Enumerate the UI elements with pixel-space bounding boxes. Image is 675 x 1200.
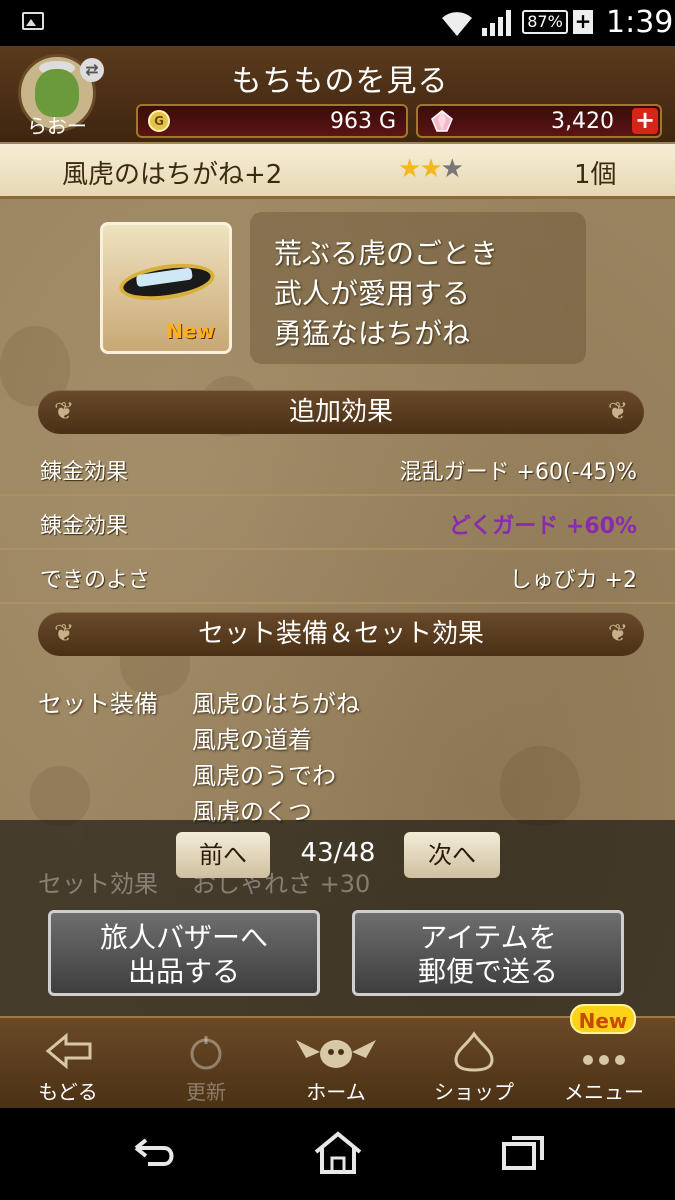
page-counter: 43/48 [300, 838, 376, 868]
refresh-icon [190, 1036, 222, 1070]
item-rarity-stars: ★★★ [398, 154, 464, 184]
extra-effects-header: ❦ 追加効果 ❦ [38, 390, 644, 434]
back-arrow-icon [45, 1032, 92, 1070]
menu-new-badge: New [570, 1004, 636, 1034]
nav-shop[interactable]: ショップ [414, 1018, 534, 1108]
effect-label: できのよさ [40, 568, 151, 593]
item-description-line: 荒ぶる虎のごとき [274, 237, 499, 270]
section-title: 追加効果 [288, 397, 393, 427]
button-label-line: 旅人バザーへ [99, 921, 268, 954]
dracky-home-icon [296, 1040, 376, 1068]
set-item: 風虎のうでわ [192, 762, 336, 790]
item-count: 1個 [574, 160, 617, 190]
gem-icon [431, 110, 453, 132]
nav-home[interactable]: ホーム [276, 1018, 396, 1108]
ornament-icon: ❦ [54, 619, 75, 647]
gold-display: G 963 G [136, 104, 408, 138]
set-equip-label: セット装備 [38, 690, 158, 718]
button-label-line: アイテムを [419, 921, 557, 954]
bazaar-listing-button[interactable]: 旅人バザーへ 出品する [48, 910, 320, 996]
item-thumbnail: New [100, 222, 232, 354]
nav-refresh[interactable]: 更新 [146, 1018, 266, 1108]
nav-label: ショップ [434, 1080, 514, 1104]
star-empty-icon: ★ [440, 154, 464, 184]
effect-row: 錬金効果 混乱ガード +60(-45)% [0, 442, 675, 496]
add-gems-button[interactable]: + [632, 108, 658, 134]
player-name: らおー [27, 114, 87, 138]
swap-character-icon[interactable]: ⇄ [80, 58, 104, 82]
nav-label: ホーム [306, 1080, 366, 1104]
game-screen: ⇄ らおー もちものを見る G 963 G 3,420 + 風虎のはちがね+2 … [0, 46, 675, 1108]
set-effects-header: ❦ セット装備＆セット効果 ❦ [38, 612, 644, 656]
new-tag: New [166, 319, 215, 343]
effect-row: できのよさ しゅびカ +2 [0, 550, 675, 604]
slime-pattern-decoration [500, 746, 580, 826]
section-title: セット装備＆セット効果 [197, 619, 484, 649]
star-filled-icon: ★ [398, 154, 421, 184]
header: ⇄ らおー もちものを見る G 963 G 3,420 + [0, 46, 675, 142]
gold-coin-icon: G [148, 110, 170, 132]
nav-label: もどる [38, 1080, 98, 1104]
slime-pattern-decoration [30, 766, 90, 826]
status-bar: 87% + 1:39 [0, 0, 675, 46]
effect-value: しゅびカ +2 [509, 568, 637, 593]
effect-value: 混乱ガード +60(-45)% [399, 460, 637, 485]
prev-button[interactable]: 前へ [176, 832, 270, 878]
gem-value: 3,420 [551, 109, 614, 134]
button-label-line: 郵便で送る [417, 955, 558, 988]
set-effect-label: セット効果 [38, 870, 158, 898]
headband-icon [117, 258, 217, 306]
send-by-mail-button[interactable]: アイテムを 郵便で送る [352, 910, 624, 996]
signal-icon [482, 10, 511, 36]
ornament-icon: ❦ [54, 397, 75, 425]
image-notification-icon [22, 12, 44, 30]
battery-indicator: 87% [522, 10, 568, 34]
clock: 1:39 [606, 5, 674, 40]
item-name-bar: 風虎のはちがね+2 ★★★ 1個 [0, 144, 675, 199]
effect-label: 錬金効果 [40, 514, 129, 539]
star-filled-icon: ★ [419, 154, 442, 184]
item-description-line: 勇猛なはちがね [274, 317, 471, 350]
ornament-icon: ❦ [607, 397, 628, 425]
wifi-icon [442, 12, 472, 36]
next-button[interactable]: 次へ [404, 832, 500, 878]
charging-icon: + [573, 9, 593, 34]
effect-label: 錬金効果 [40, 460, 129, 485]
gold-value: 963 G [329, 109, 396, 134]
ornament-icon: ❦ [607, 619, 628, 647]
set-item: 風虎のはちがね [192, 690, 360, 718]
item-description-line: 武人が愛用する [274, 277, 471, 310]
bottom-navigation: もどる 更新 ホーム ショップ メニュー New [0, 1004, 675, 1108]
back-icon[interactable] [122, 1128, 182, 1178]
item-name: 風虎のはちがね+2 [62, 160, 283, 190]
button-label-line: 出品する [127, 955, 240, 988]
page-title: もちものを見る [231, 64, 449, 99]
nav-back[interactable]: もどる [8, 1018, 128, 1108]
slime-shop-icon [454, 1031, 494, 1072]
set-item: 風虎の道着 [192, 726, 312, 754]
home-icon[interactable] [308, 1128, 368, 1178]
nav-label: メニュー [564, 1080, 644, 1104]
system-navigation-bar [0, 1108, 675, 1200]
gem-display: 3,420 + [416, 104, 662, 138]
effect-value: どくガード +60% [448, 514, 637, 539]
recent-apps-icon[interactable] [494, 1128, 554, 1178]
effect-row: 錬金効果 どくガード +60% [0, 496, 675, 550]
nav-label: 更新 [186, 1080, 226, 1104]
